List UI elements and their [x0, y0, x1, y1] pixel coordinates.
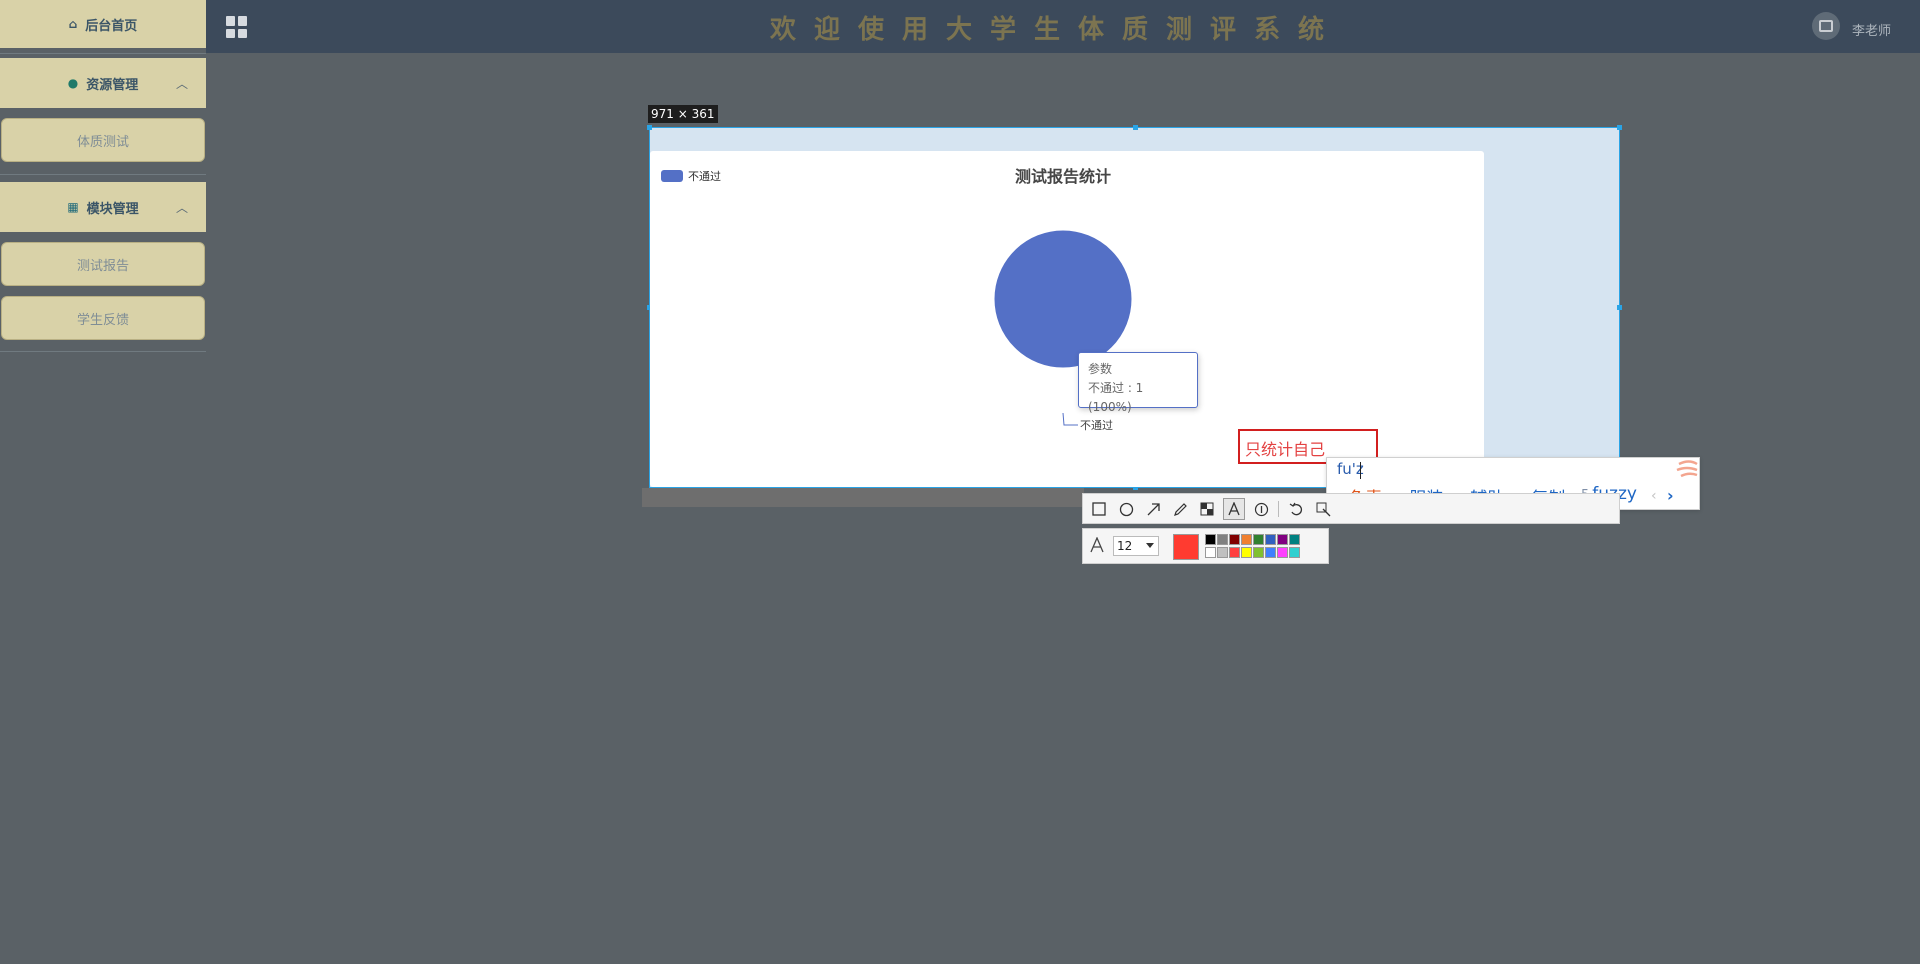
color-swatch[interactable] [1253, 547, 1264, 558]
resize-handle[interactable] [1133, 125, 1138, 130]
sidebar-item-label: 后台首页 [85, 18, 138, 34]
tooltip-value: 不通过 : 1 (100%) [1088, 381, 1144, 414]
location-pin-icon: ● [67, 76, 79, 90]
sidebar-item-label: 测试报告 [76, 258, 129, 274]
slice-label: 不通过 [1080, 419, 1113, 432]
chevron-up-icon: ︿ [175, 76, 188, 91]
text-caret [1360, 462, 1361, 479]
toolbar-divider [1278, 501, 1279, 517]
sidebar-group-resource[interactable]: ● 资源管理 ︿ [0, 58, 206, 108]
top-header: 欢迎使用大学生体质测评系统 李老师 [206, 0, 1920, 53]
avatar[interactable] [1812, 12, 1840, 40]
resize-handle[interactable] [647, 125, 652, 130]
color-swatch[interactable] [1277, 547, 1288, 558]
font-size-select[interactable]: 12 [1113, 536, 1159, 556]
text-style-toolbar: 12 [1082, 528, 1329, 564]
annotation-toolbar [1082, 493, 1620, 524]
font-size-value: 12 [1117, 539, 1133, 553]
current-color-swatch[interactable] [1173, 534, 1199, 560]
tooltip-series: 参数 [1088, 362, 1113, 376]
sidebar-group-module[interactable]: ▦ 模块管理 ︿ [0, 182, 206, 232]
divider [0, 174, 206, 175]
pin-icon[interactable] [1312, 498, 1334, 520]
color-swatch[interactable] [1229, 534, 1240, 545]
resize-handle[interactable] [1617, 305, 1622, 310]
slice-label-line [1062, 412, 1078, 426]
sidebar-item-student-feedback[interactable]: 学生反馈 [1, 296, 205, 340]
color-swatch[interactable] [1277, 534, 1288, 545]
sidebar: ⌂ 后台首页 ● 资源管理 ︿ 体质测试 ▦ 模块管理 ︿ 测试报告 学生反馈 [0, 0, 206, 352]
color-swatch[interactable] [1217, 534, 1228, 545]
arrow-icon[interactable] [1142, 498, 1164, 520]
sidebar-item-fitness-test[interactable]: 体质测试 [1, 118, 205, 162]
pie-slices [993, 229, 1133, 369]
ellipse-icon[interactable] [1115, 498, 1137, 520]
resize-handle[interactable] [1617, 125, 1622, 130]
sidebar-group-label: 资源管理 [86, 77, 139, 93]
color-swatch[interactable] [1217, 547, 1228, 558]
color-swatch[interactable] [1265, 547, 1276, 558]
divider [0, 351, 206, 352]
color-swatch[interactable] [1241, 534, 1252, 545]
number-icon[interactable] [1250, 498, 1272, 520]
sidebar-item-label: 体质测试 [76, 134, 129, 150]
ime-prev-page-icon[interactable]: ‹ [1651, 488, 1657, 504]
legend-swatch [661, 170, 683, 182]
chart-legend[interactable]: 不通过 [661, 170, 721, 183]
color-swatch[interactable] [1289, 534, 1300, 545]
capture-shadow [642, 488, 1084, 507]
mosaic-icon[interactable] [1196, 498, 1218, 520]
grid-icon: ▦ [67, 200, 79, 214]
color-swatch[interactable] [1253, 534, 1264, 545]
image-icon [1819, 20, 1833, 32]
capture-size-label: 971 × 361 [648, 105, 718, 123]
pen-icon[interactable] [1169, 498, 1191, 520]
text-icon[interactable] [1223, 498, 1245, 520]
pie-slice[interactable] [993, 229, 1133, 369]
user-name[interactable]: 李老师 [1852, 20, 1891, 39]
sidebar-group-label: 模块管理 [86, 201, 139, 217]
sidebar-item-home[interactable]: ⌂ 后台首页 [0, 0, 206, 48]
color-swatch[interactable] [1205, 547, 1216, 558]
sidebar-item-label: 学生反馈 [76, 312, 129, 328]
color-swatch[interactable] [1265, 534, 1276, 545]
color-swatch[interactable] [1241, 547, 1252, 558]
apps-grid-icon[interactable] [226, 16, 248, 38]
color-swatch[interactable] [1205, 534, 1216, 545]
legend-entry-label: 不通过 [688, 170, 721, 183]
undo-icon[interactable] [1285, 498, 1307, 520]
color-swatch[interactable] [1289, 547, 1300, 558]
chart-tooltip: 参数 不通过 : 1 (100%) [1078, 352, 1198, 414]
home-icon: ⌂ [68, 17, 78, 31]
rectangle-icon[interactable] [1088, 498, 1110, 520]
chart-title: 测试报告统计 [1015, 167, 1111, 186]
page-title: 欢迎使用大学生体质测评系统 [770, 15, 1343, 45]
divider [0, 53, 206, 54]
chevron-up-icon: ︿ [175, 200, 188, 215]
ime-next-page-icon[interactable]: › [1667, 486, 1674, 505]
chevron-down-icon [1146, 543, 1154, 548]
sidebar-item-test-report[interactable]: 测试报告 [1, 242, 205, 286]
font-icon [1089, 536, 1105, 558]
ime-logo-icon [1676, 460, 1698, 478]
color-swatch[interactable] [1229, 547, 1240, 558]
